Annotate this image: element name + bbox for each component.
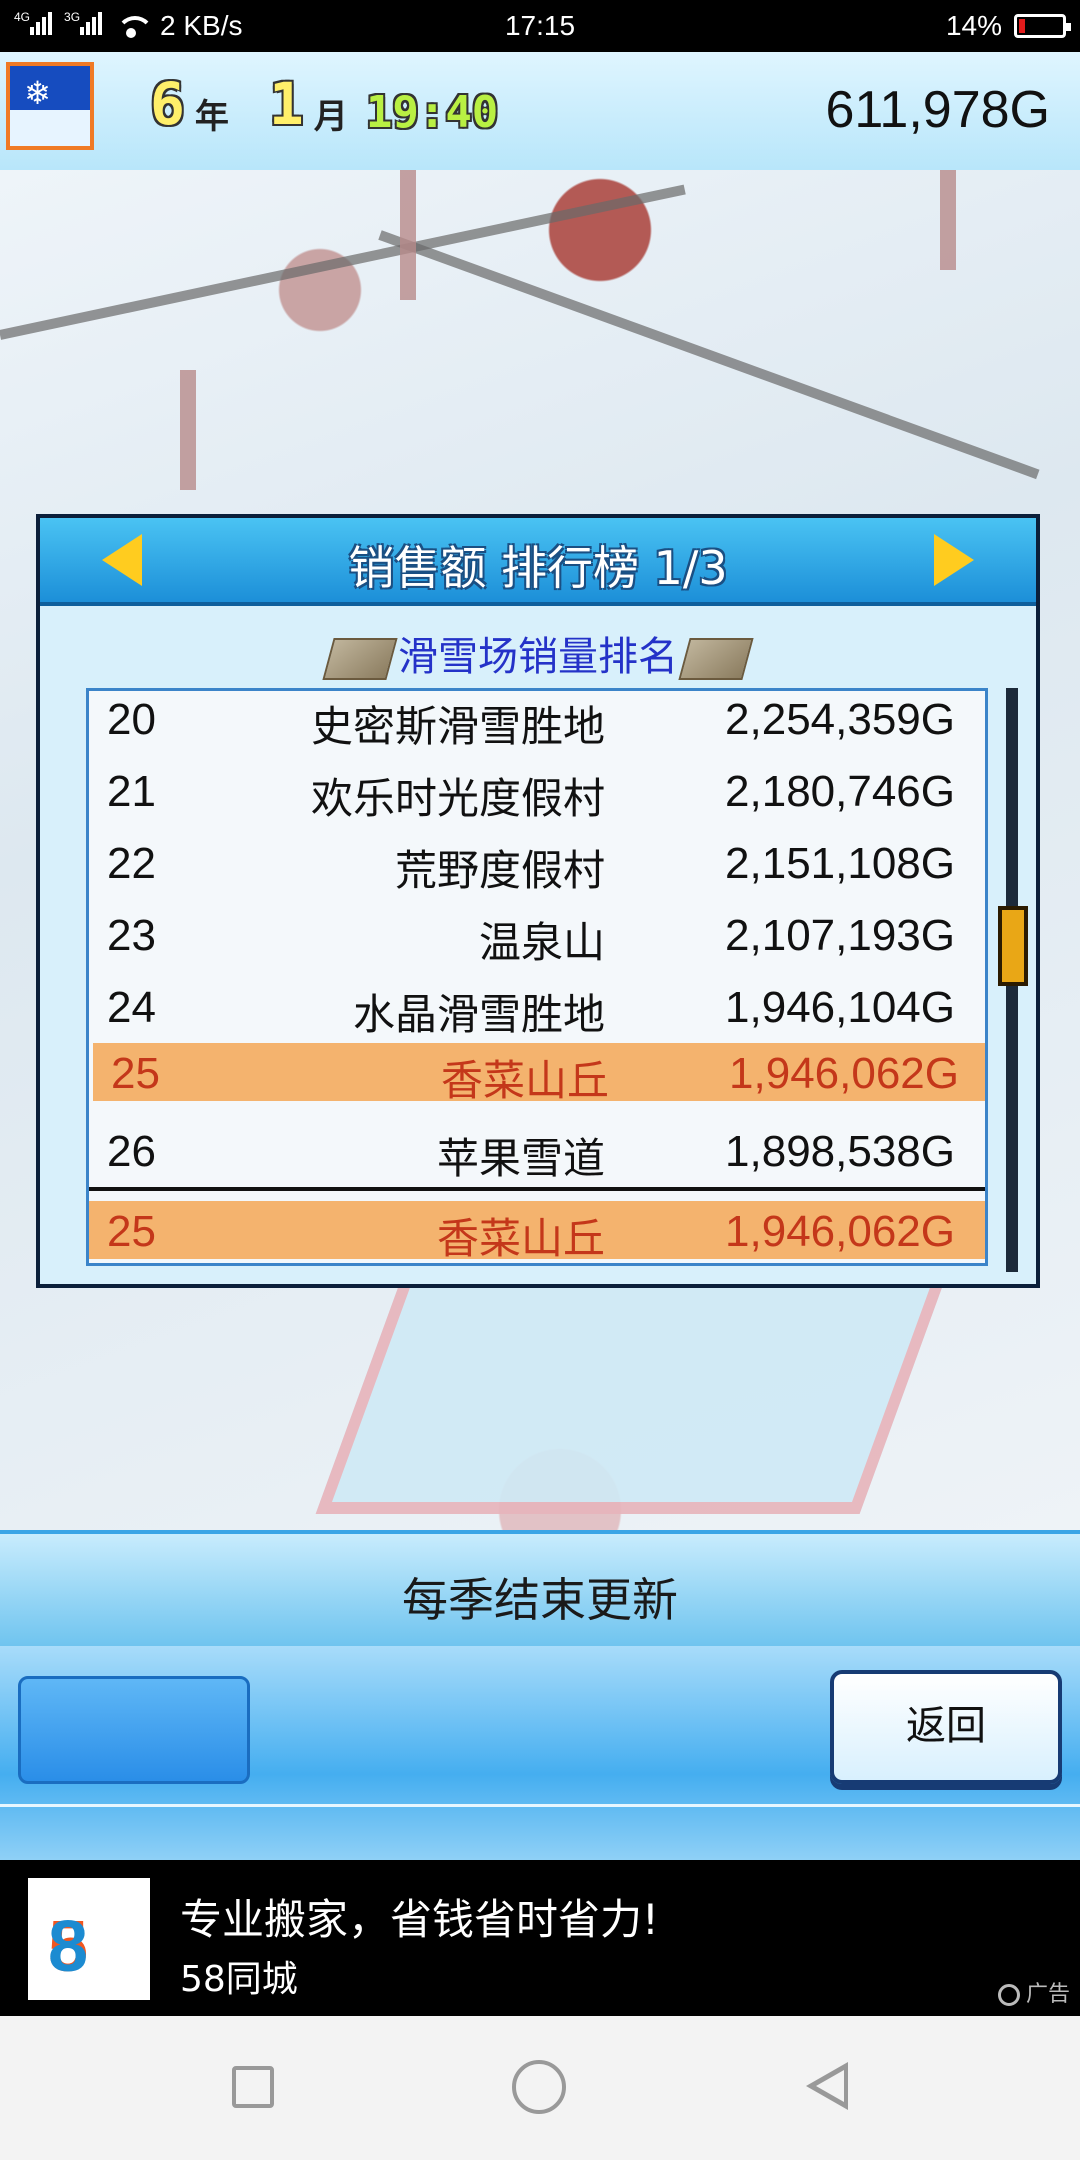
row-rank: 22 [107,839,156,888]
update-notice: 每季结束更新 [402,1573,678,1627]
recent-apps-icon[interactable] [232,2066,274,2108]
ranking-row: 20 史密斯滑雪胜地 2,254,359G [89,683,985,755]
panel-title: 销售额 排行榜 1/3 [348,541,728,595]
game-date: 6 年 1 月 19:40 [150,70,498,138]
row-rank: 23 [107,911,156,960]
ranking-row: 26 苹果雪道 1,898,538G [89,1115,985,1187]
row-amount: 2,180,746G [725,767,955,816]
ranking-row: 22 荒野度假村 2,151,108G [89,827,985,899]
row-name: 苹果雪道 [436,1134,605,1183]
ad-banner[interactable]: 58 专业搬家，省钱省时省力! 58同城 广告 [0,1860,1080,2016]
system-nav-bar [0,2016,1080,2160]
ranking-row: 21 欢乐时光度假村 2,180,746G [89,755,985,827]
row-rank: 20 [107,695,156,744]
status-time: 17:15 [504,10,576,41]
ad-settings-icon [997,1984,1020,2006]
row-name: 水晶滑雪胜地 [352,990,605,1039]
back-button[interactable]: 返回 [830,1670,1062,1784]
panel-subtitle: 滑雪场销量排名 [40,624,1036,682]
battery-percent: 14% [945,10,1002,41]
list-divider [89,1187,985,1191]
own-resort-row: 25 香菜山丘 1,946,062G [89,1201,985,1263]
row-rank: 25 [111,1049,160,1098]
year-value: 6 [150,70,185,138]
status-right: 14% [945,10,1071,42]
resort-menu-icon[interactable]: ❄ [6,62,94,150]
row-amount: 2,254,359G [725,695,955,744]
ranking-row: 23 温泉山 2,107,193G [89,899,985,971]
ad-brand: 58同城 [180,1959,298,2000]
row-name: 荒野度假村 [394,846,605,895]
back-triangle-icon[interactable] [806,2062,848,2110]
ad-headline: 专业搬家，省钱省时省力! [180,1895,659,1944]
status-bar: 4G 3G 2 KB/s 17:15 14% [0,0,1080,52]
row-amount: 2,151,108G [725,839,955,888]
ranking-list[interactable]: 20 史密斯滑雪胜地 2,254,359G 21 欢乐时光度假村 2,180,7… [86,688,988,1266]
lift-pole [940,170,956,270]
own-rank: 25 [107,1207,156,1256]
scrollbar-thumb[interactable] [998,906,1028,986]
own-name: 香菜山丘 [436,1214,605,1263]
blank-button[interactable] [18,1676,250,1784]
subtitle-text: 滑雪场销量排名 [398,634,678,680]
58-logo: 58 [28,1878,150,2000]
next-page-arrow-icon[interactable] [934,534,974,586]
ranking-row: 24 水晶滑雪胜地 1,946,104G [89,971,985,1043]
money-display: 611,978G [825,81,1050,139]
row-rank: 26 [107,1127,156,1176]
ad-tag: 广告 [997,1976,1070,2008]
month-value: 1 [268,70,304,138]
logo-digit-8: 8 [48,1907,89,1987]
lift-pole [400,170,416,300]
own-amount: 1,946,062G [725,1207,955,1256]
row-amount: 1,946,104G [725,983,955,1032]
home-icon[interactable] [512,2060,566,2114]
row-name: 香菜山丘 [440,1056,609,1105]
book-icon [678,638,754,680]
ice-rink [315,1270,949,1514]
row-name: 欢乐时光度假村 [310,774,605,823]
info-bar: 每季结束更新 [0,1530,1080,1650]
battery-icon [1014,14,1071,38]
row-name: 史密斯滑雪胜地 [310,702,605,751]
bar-divider [0,1804,1080,1807]
battery-fill [1019,19,1025,33]
panel-title-bar: 销售额 排行榜 1/3 [40,518,1036,606]
game-header: ❄ 6 年 1 月 19:40 611,978G [0,52,1080,176]
game-clock: 19:40 [365,87,499,138]
row-rank: 24 [107,983,156,1032]
row-amount: 1,946,062G [729,1049,959,1098]
row-rank: 21 [107,767,156,816]
ranking-row-highlighted: 25 香菜山丘 1,946,062G [93,1043,985,1105]
lift-pole [180,370,196,490]
book-icon [322,638,398,680]
row-amount: 2,107,193G [725,911,955,960]
row-name: 温泉山 [478,918,605,967]
month-unit: 月 [313,97,348,137]
ski-lift-cable [0,184,686,340]
button-bar: 返回 [0,1646,1080,1860]
ad-tag-text: 广告 [1025,1982,1070,2007]
row-amount: 1,898,538G [725,1127,955,1176]
sales-ranking-panel: 销售额 排行榜 1/3 滑雪场销量排名 20 史密斯滑雪胜地 2,254,359… [36,514,1040,1288]
year-unit: 年 [194,97,229,137]
